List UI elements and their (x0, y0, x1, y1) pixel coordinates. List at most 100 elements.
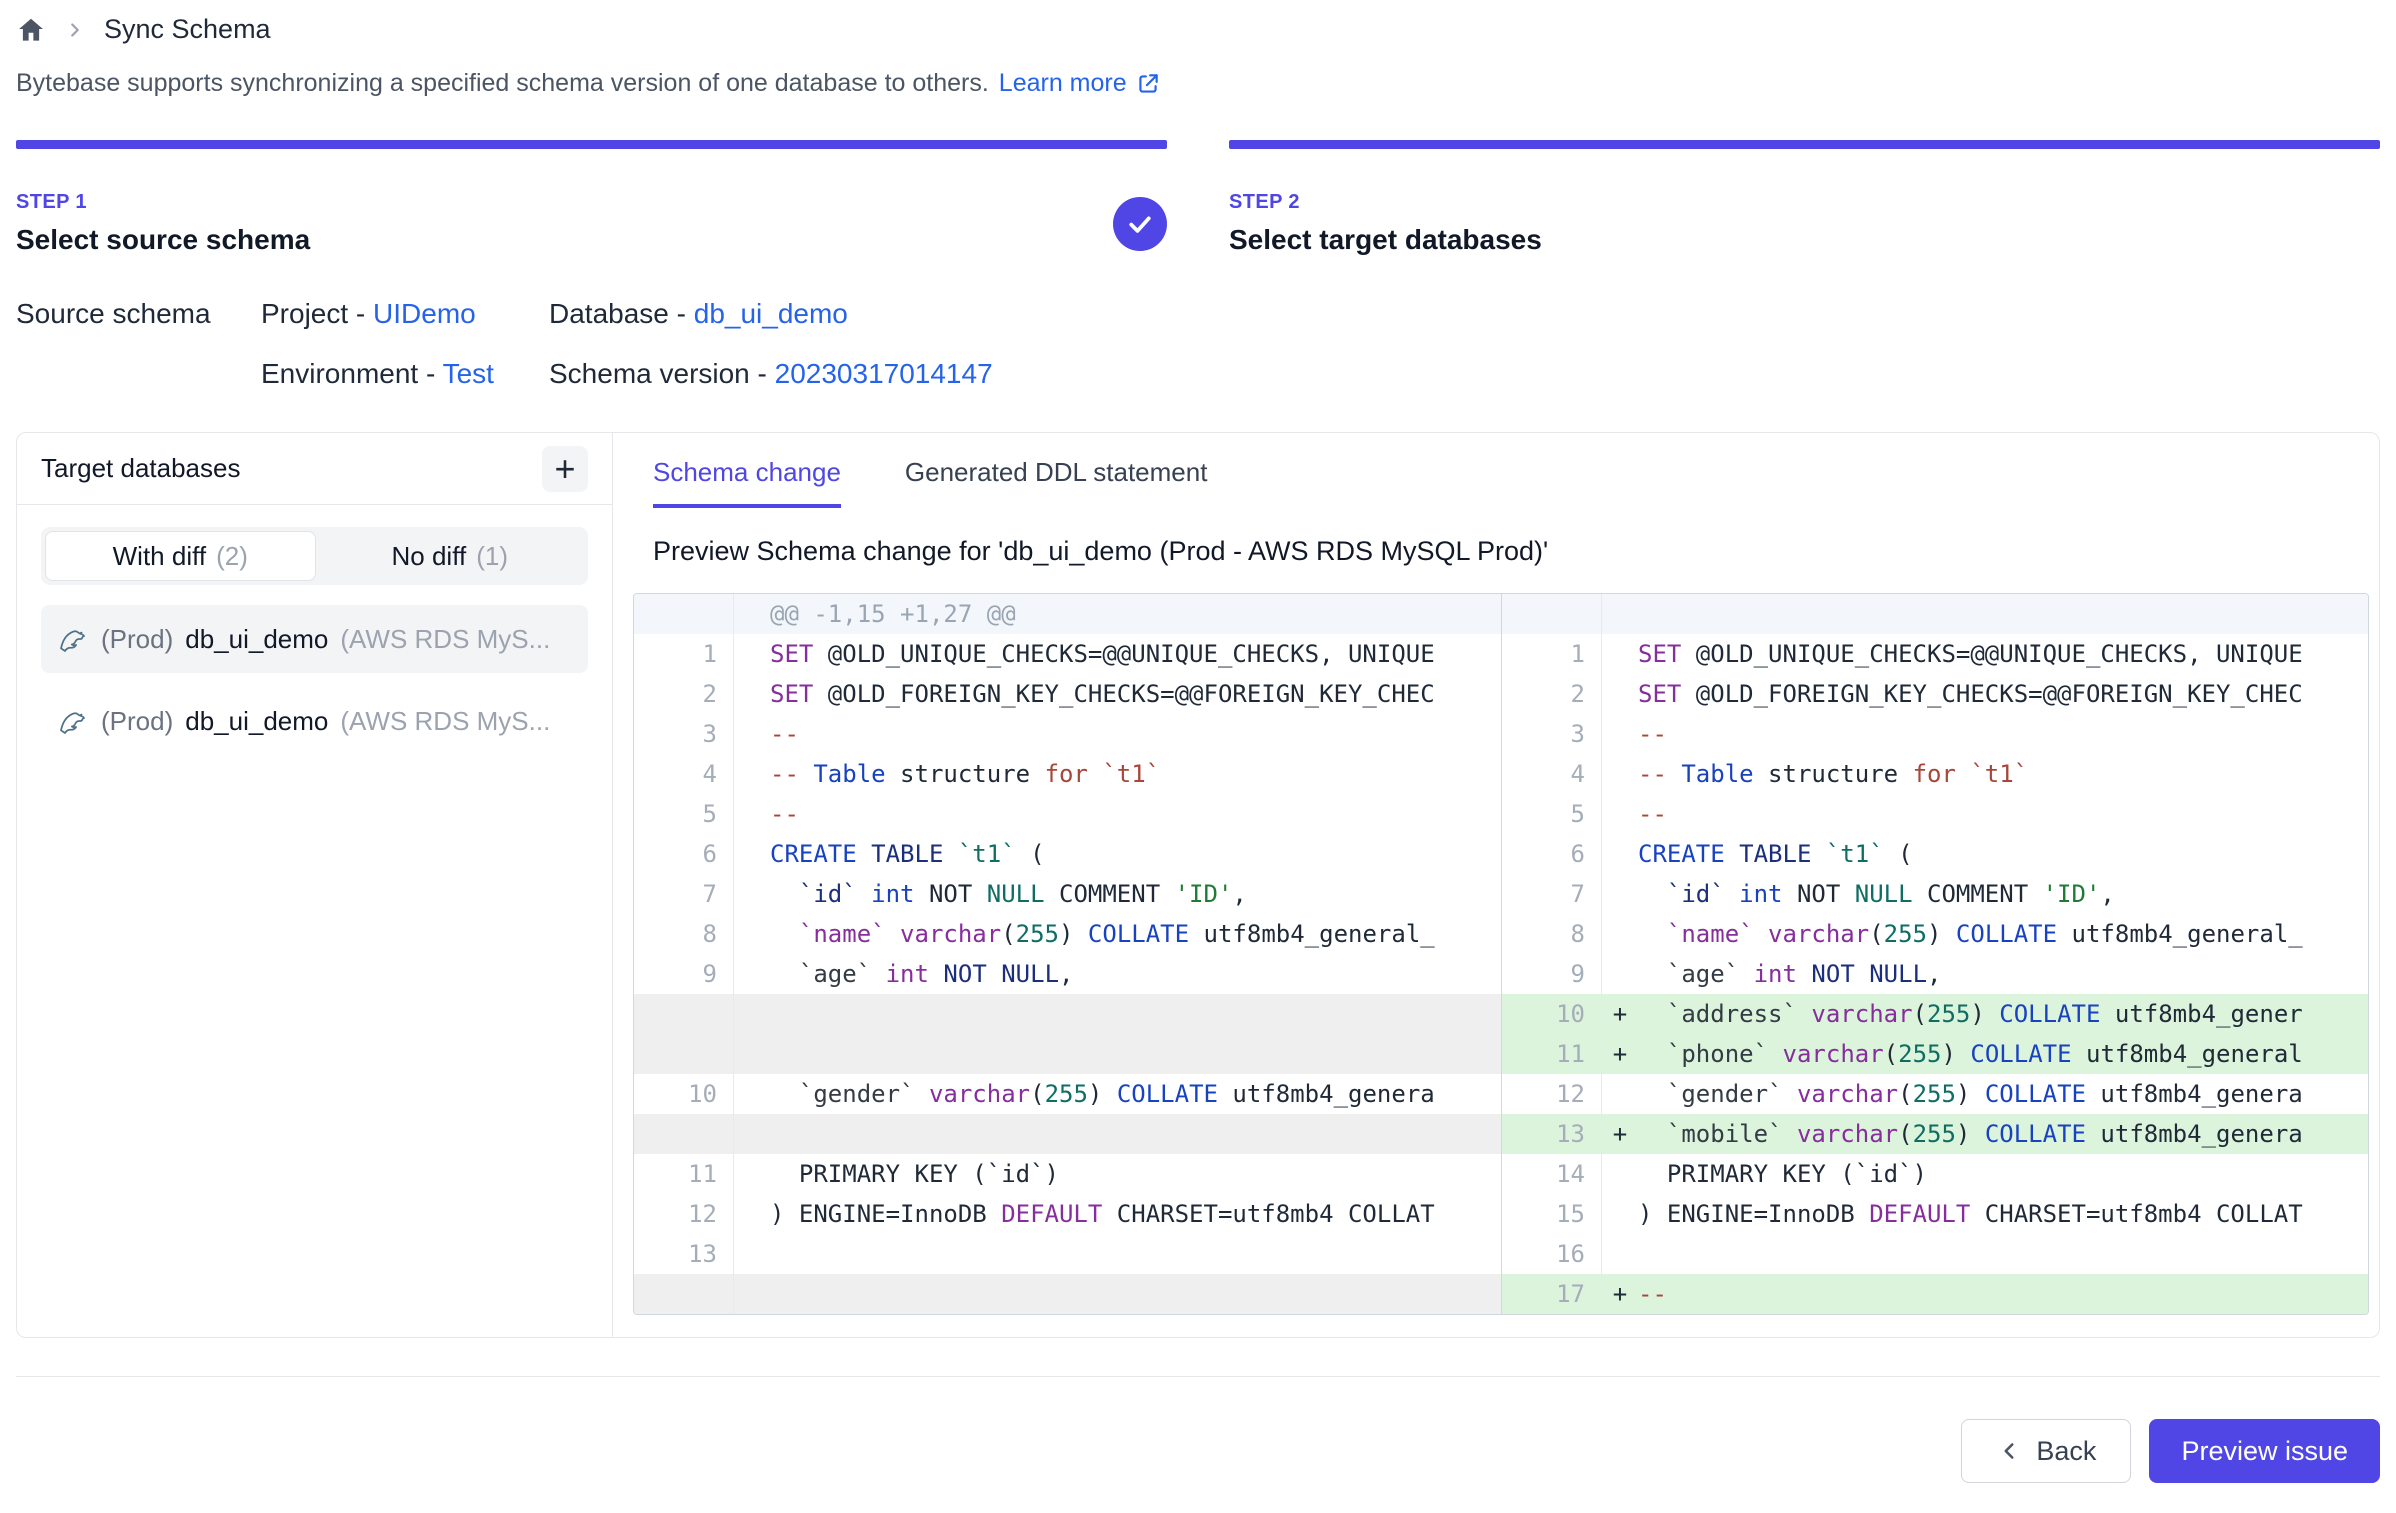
step-1-progress-bar (16, 140, 1167, 149)
line-number: 4 (1502, 754, 1602, 794)
diff-row: 5-- (1502, 794, 2368, 834)
step-1-label: STEP 1 (16, 191, 310, 214)
with-diff-label: With diff (113, 541, 206, 572)
diff-row: 12) ENGINE=InnoDB DEFAULT CHARSET=utf8mb… (634, 1194, 1501, 1234)
line-number: 16 (1502, 1234, 1602, 1274)
tab-schema-change[interactable]: Schema change (653, 457, 841, 508)
schema-preview-area: Schema change Generated DDL statement Pr… (613, 433, 2379, 1337)
line-number: 13 (1502, 1114, 1602, 1154)
line-number: 7 (634, 874, 734, 914)
page-description: Bytebase supports synchronizing a specif… (16, 69, 989, 98)
line-marker (734, 754, 770, 794)
line-number: 8 (1502, 914, 1602, 954)
diff-row: 10+ `address` varchar(255) COLLATE utf8m… (1502, 994, 2368, 1034)
schema-version-link[interactable]: 20230317014147 (775, 358, 993, 389)
diff-row: 13 (634, 1234, 1501, 1274)
code-line: `address` varchar(255) COLLATE utf8mb4_g… (1638, 994, 2368, 1034)
line-marker (1602, 714, 1638, 754)
diff-spacer-row (634, 1114, 1501, 1154)
diff-row: 5 -- (634, 794, 1501, 834)
line-marker (734, 834, 770, 874)
line-number: 15 (1502, 1194, 1602, 1234)
line-number: 1 (1502, 634, 1602, 674)
target-database-item-2[interactable]: (Prod) db_ui_demo (AWS RDS MyS... (41, 687, 588, 755)
diff-filter-toggle: With diff (2) No diff (1) (41, 527, 588, 585)
diff-row: 9 `age` int NOT NULL, (1502, 954, 2368, 994)
target-databases-title: Target databases (41, 453, 240, 484)
line-number: 11 (1502, 1034, 1602, 1074)
database-link[interactable]: db_ui_demo (694, 298, 848, 329)
code-line: `age` int NOT NULL, (770, 954, 1501, 994)
line-number: 5 (634, 794, 734, 834)
diff-spacer-row (634, 994, 1501, 1034)
home-icon[interactable] (16, 15, 46, 45)
line-number: 10 (1502, 994, 1602, 1034)
diff-row: 1SET @OLD_UNIQUE_CHECKS=@@UNIQUE_CHECKS,… (1502, 634, 2368, 674)
line-marker (734, 674, 770, 714)
line-marker (1602, 674, 1638, 714)
line-marker (734, 794, 770, 834)
code-line: SET @OLD_FOREIGN_KEY_CHECKS=@@FOREIGN_KE… (1638, 674, 2368, 714)
line-number: 17 (1502, 1274, 1602, 1314)
added-line-marker: + (1602, 1034, 1638, 1074)
line-marker (734, 1194, 770, 1234)
line-marker (734, 1034, 770, 1074)
diff-row: 12 `gender` varchar(255) COLLATE utf8mb4… (1502, 1074, 2368, 1114)
environment-link[interactable]: Test (443, 358, 494, 389)
diff-row: 15) ENGINE=InnoDB DEFAULT CHARSET=utf8mb… (1502, 1194, 2368, 1234)
project-label: Project - (261, 298, 373, 329)
line-number (634, 1274, 734, 1314)
line-number: 14 (1502, 1154, 1602, 1194)
back-button[interactable]: Back (1961, 1419, 2131, 1483)
line-marker (1602, 1154, 1638, 1194)
diff-row: 4-- Table structure for `t1` (634, 754, 1501, 794)
step-2: STEP 2 Select target databases (1229, 140, 2380, 256)
preview-issue-button[interactable]: Preview issue (2149, 1419, 2380, 1483)
add-target-database-button[interactable]: + (542, 446, 588, 492)
tab-no-diff[interactable]: No diff (1) (316, 531, 585, 581)
diff-row: 8 `name` varchar(255) COLLATE utf8mb4_ge… (634, 914, 1501, 954)
target-database-item-1[interactable]: (Prod) db_ui_demo (AWS RDS MyS... (41, 605, 588, 673)
line-marker (1602, 914, 1638, 954)
line-marker (1602, 634, 1638, 674)
schema-version-label: Schema version - (549, 358, 775, 389)
line-marker (1602, 834, 1638, 874)
target-databases-panel: Target databases + With diff (2) No diff… (17, 433, 613, 1337)
line-number: 11 (634, 1154, 734, 1194)
line-marker (734, 914, 770, 954)
project-link[interactable]: UIDemo (373, 298, 476, 329)
external-link-icon (1135, 71, 1161, 97)
line-marker (1602, 874, 1638, 914)
sync-schema-panel: Target databases + With diff (2) No diff… (16, 432, 2380, 1338)
diff-row: 7 `id` int NOT NULL COMMENT 'ID', (634, 874, 1501, 914)
line-number (634, 994, 734, 1034)
tab-generated-ddl[interactable]: Generated DDL statement (905, 457, 1208, 508)
diff-pane-target: 1SET @OLD_UNIQUE_CHECKS=@@UNIQUE_CHECKS,… (1501, 594, 2368, 1314)
diff-row: 3-- (634, 714, 1501, 754)
line-number: 10 (634, 1074, 734, 1114)
db-instance: (AWS RDS MyS... (340, 624, 550, 655)
code-line: -- Table structure for `t1` (1638, 754, 2368, 794)
code-line: SET @OLD_UNIQUE_CHECKS=@@UNIQUE_CHECKS, … (770, 634, 1501, 674)
mysql-icon (57, 623, 89, 655)
step-2-title: Select target databases (1229, 224, 1542, 256)
line-number: 12 (634, 1194, 734, 1234)
code-line: CREATE TABLE `t1` ( (1638, 834, 2368, 874)
mysql-icon (57, 705, 89, 737)
diff-row: 11+ `phone` varchar(255) COLLATE utf8mb4… (1502, 1034, 2368, 1074)
hunk-header: @@ -1,15 +1,27 @@ (770, 594, 1501, 634)
database-label: Database - (549, 298, 694, 329)
line-marker (734, 874, 770, 914)
learn-more-label: Learn more (999, 69, 1127, 98)
chevron-left-icon (1996, 1438, 2022, 1464)
line-number (634, 1114, 734, 1154)
learn-more-link[interactable]: Learn more (999, 69, 1161, 98)
diff-row: 4 -- Table structure for `t1` (1502, 754, 2368, 794)
preview-tabs: Schema change Generated DDL statement (633, 457, 2369, 508)
code-line: `name` varchar(255) COLLATE utf8mb4_gene… (770, 914, 1501, 954)
step-2-progress-bar (1229, 140, 2380, 149)
tab-with-diff[interactable]: With diff (2) (45, 531, 316, 581)
code-line: -- (770, 794, 1501, 834)
line-marker (734, 1114, 770, 1154)
code-line: `id` int NOT NULL COMMENT 'ID', (770, 874, 1501, 914)
